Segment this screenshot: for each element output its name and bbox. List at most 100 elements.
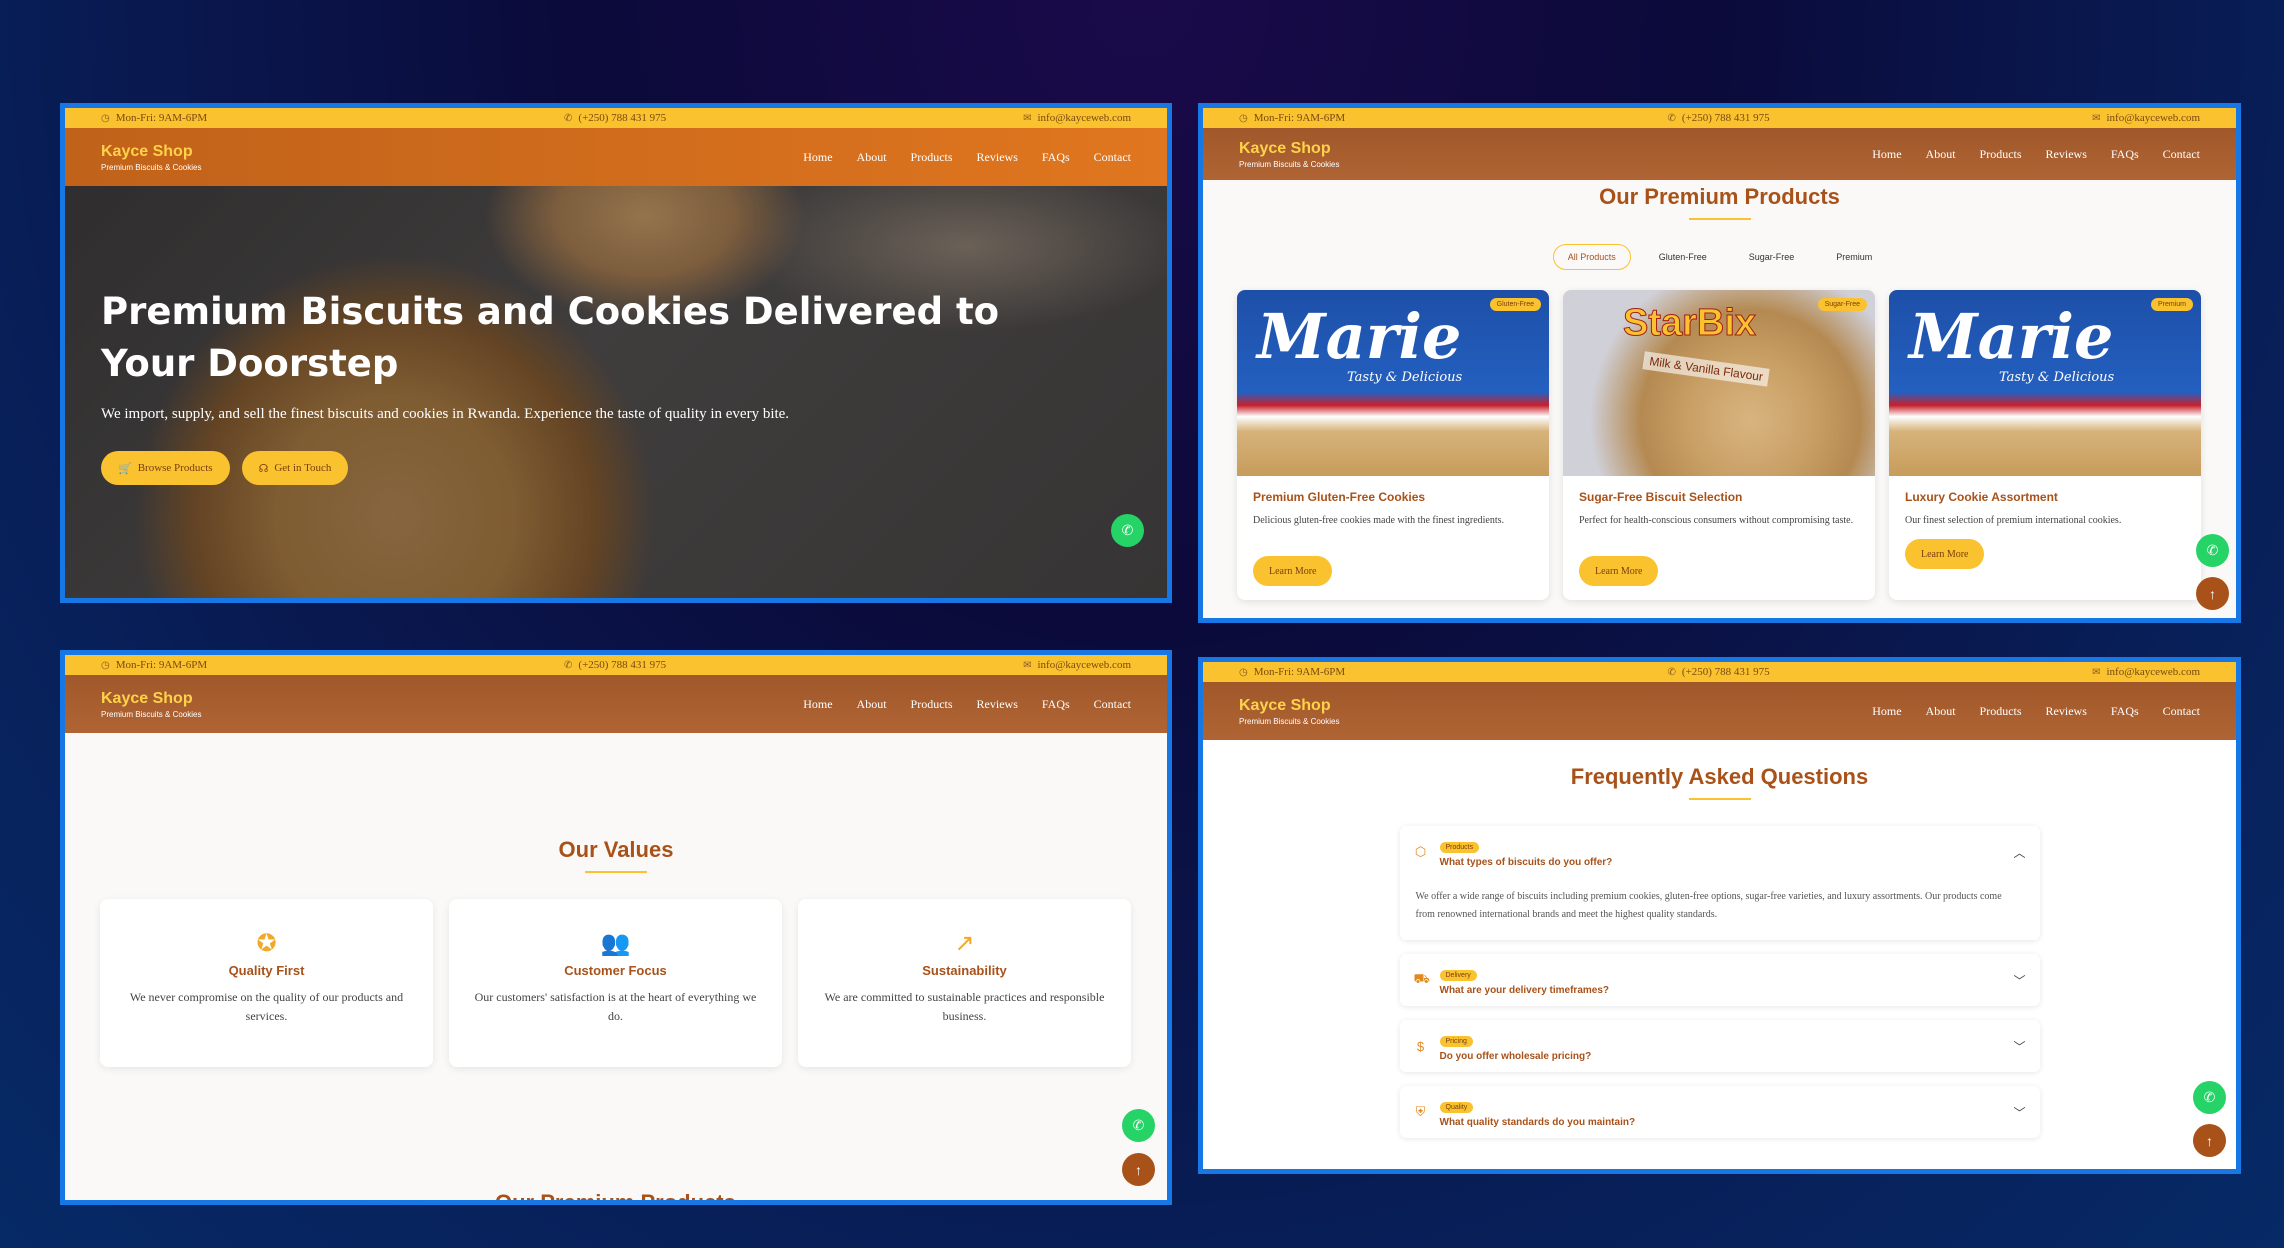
faq-question-toggle[interactable]: ⛨ Quality What quality standards do you …: [1400, 1086, 2040, 1138]
learn-more-button[interactable]: Learn More: [1579, 556, 1659, 586]
product-badge: Premium: [2150, 298, 2193, 311]
nav-faqs[interactable]: FAQs: [2111, 147, 2139, 162]
nav-reviews[interactable]: Reviews: [2046, 147, 2087, 162]
whatsapp-icon: ✆: [2206, 542, 2219, 558]
hero-title: Premium Biscuits and Cookies Delivered t…: [101, 290, 1000, 385]
hours-info: ◷ Mon-Fri: 9AM-6PM: [101, 112, 208, 124]
whatsapp-button[interactable]: ✆: [1111, 514, 1144, 547]
learn-more-button[interactable]: Learn More: [1905, 539, 1985, 569]
nav-faqs[interactable]: FAQs: [1042, 150, 1070, 165]
whatsapp-button[interactable]: ✆: [2196, 534, 2229, 567]
nav-home[interactable]: Home: [1872, 704, 1901, 719]
faq-question-toggle[interactable]: $ Pricing Do you offer wholesale pricing…: [1400, 1020, 2040, 1072]
scroll-to-top-button[interactable]: ↑: [2193, 1124, 2226, 1157]
phone-icon: ✆: [564, 659, 573, 671]
faq-question-toggle[interactable]: ⛟ Delivery What are your delivery timefr…: [1400, 954, 2040, 1006]
product-badge: Gluten-Free: [1489, 298, 1541, 311]
main-navbar: Kayce Shop Premium Biscuits & Cookies Ho…: [65, 128, 1167, 186]
nav-home[interactable]: Home: [803, 150, 832, 165]
mail-icon: ✉: [1023, 659, 1032, 671]
filter-all-products[interactable]: All Products: [1552, 244, 1631, 270]
brand-logo[interactable]: Kayce Shop Premium Biscuits & Cookies: [1239, 140, 1339, 169]
nav-home[interactable]: Home: [803, 697, 832, 712]
shield-icon: ⛨: [1415, 1104, 1426, 1119]
filter-sugar-free[interactable]: Sugar-Free: [1735, 244, 1809, 270]
top-info-bar: ◷ Mon-Fri: 9AM-6PM ✆ (+250) 788 431 975 ✉ i…: [1203, 662, 2236, 682]
scroll-to-top-button[interactable]: ↑: [1122, 1153, 1155, 1186]
products-screenshot-panel: ◷ Mon-Fri: 9AM-6PM ✆ (+250) 788 431 975 ✉ i…: [1198, 103, 2241, 623]
phone-info[interactable]: ✆ (+250) 788 431 975: [564, 659, 666, 671]
browse-products-button[interactable]: 🛒 Browse Products: [101, 451, 230, 485]
nav-about[interactable]: About: [857, 697, 887, 712]
nav-about[interactable]: About: [857, 150, 887, 165]
faq-item: $ Pricing Do you offer wholesale pricing…: [1399, 1020, 2040, 1072]
faq-screenshot-panel: ◷ Mon-Fri: 9AM-6PM ✆ (+250) 788 431 975 ✉ i…: [1198, 657, 2241, 1174]
phone-info[interactable]: ✆ (+250) 788 431 975: [1668, 112, 1770, 124]
email-info[interactable]: ✉ info@kayceweb.com: [2092, 666, 2200, 678]
nav-products[interactable]: Products: [911, 150, 953, 165]
faq-category-tag: Quality: [1439, 1102, 1474, 1113]
nav-links: Home About Products Reviews FAQs Contact: [1872, 147, 2200, 162]
nav-faqs[interactable]: FAQs: [2111, 704, 2139, 719]
brand-logo[interactable]: Kayce Shop Premium Biscuits & Cookies: [101, 690, 201, 719]
brand-name: Kayce Shop: [101, 142, 193, 160]
nav-reviews[interactable]: Reviews: [977, 697, 1018, 712]
nav-products[interactable]: Products: [911, 697, 953, 712]
nav-products[interactable]: Products: [1980, 704, 2022, 719]
main-navbar: Kayce Shop Premium Biscuits & Cookies Ho…: [1203, 128, 2236, 180]
product-card: Marie Tasty & Delicious Premium Luxury C…: [1889, 290, 2201, 600]
brand-logo[interactable]: Kayce Shop Premium Biscuits & Cookies: [101, 143, 201, 172]
dollar-icon: $: [1416, 1038, 1425, 1054]
phone-icon: ✆: [1667, 112, 1676, 124]
faq-question: What quality standards do you maintain?: [1439, 1117, 1636, 1128]
email-info[interactable]: ✉ info@kayceweb.com: [1023, 659, 1131, 671]
value-card: 👥 Customer Focus Our customers' satisfac…: [449, 899, 782, 1067]
nav-products[interactable]: Products: [1980, 147, 2022, 162]
value-description: We never compromise on the quality of ou…: [129, 990, 404, 1023]
product-description: Delicious gluten-free cookies made with …: [1253, 515, 1505, 526]
brand-tagline: Premium Biscuits & Cookies: [101, 162, 202, 172]
clock-icon: ◷: [101, 659, 110, 671]
faq-section: Frequently Asked Questions ⬡ Products Wh…: [1203, 740, 2236, 1138]
chevron-down-icon: ﹀: [2013, 1039, 2026, 1054]
product-badge: Sugar-Free: [1817, 298, 1867, 311]
brand-tagline: Premium Biscuits & Cookies: [1239, 716, 1340, 726]
email-info[interactable]: ✉ info@kayceweb.com: [2092, 112, 2200, 124]
brand-name: Kayce Shop: [1239, 139, 1331, 157]
values-section: Our Values ✪ Quality First We never comp…: [65, 733, 1167, 1200]
whatsapp-button[interactable]: ✆: [1122, 1109, 1155, 1142]
learn-more-button[interactable]: Learn More: [1253, 556, 1333, 586]
faq-category-tag: Products: [1439, 842, 1480, 853]
nav-links: Home About Products Reviews FAQs Contact: [803, 697, 1131, 712]
chevron-up-icon: ︿: [2013, 845, 2026, 860]
nav-faqs[interactable]: FAQs: [1042, 697, 1070, 712]
clock-icon: ◷: [1239, 666, 1248, 678]
phone-info[interactable]: ✆ (+250) 788 431 975: [564, 112, 666, 124]
email-info[interactable]: ✉ info@kayceweb.com: [1023, 112, 1131, 124]
mail-icon: ✉: [2092, 666, 2101, 678]
nav-about[interactable]: About: [1926, 704, 1956, 719]
phone-icon: ✆: [564, 112, 573, 124]
nav-about[interactable]: About: [1926, 147, 1956, 162]
phone-info[interactable]: ✆ (+250) 788 431 975: [1668, 666, 1770, 678]
product-image: Marie Tasty & Delicious Gluten-Free: [1237, 290, 1549, 476]
brand-logo[interactable]: Kayce Shop Premium Biscuits & Cookies: [1239, 697, 1339, 726]
filter-premium[interactable]: Premium: [1822, 244, 1886, 270]
scroll-to-top-button[interactable]: ↑: [2196, 577, 2229, 610]
faq-question-toggle[interactable]: ⬡ Products What types of biscuits do you…: [1400, 826, 2040, 878]
product-title: Sugar-Free Biscuit Selection: [1579, 490, 1743, 504]
filter-gluten-free[interactable]: Gluten-Free: [1645, 244, 1721, 270]
nav-home[interactable]: Home: [1872, 147, 1901, 162]
whatsapp-button[interactable]: ✆: [2193, 1081, 2226, 1114]
nav-reviews[interactable]: Reviews: [2046, 704, 2087, 719]
nav-reviews[interactable]: Reviews: [977, 150, 1018, 165]
nav-contact[interactable]: Contact: [1094, 697, 1131, 712]
nav-contact[interactable]: Contact: [2163, 704, 2200, 719]
nav-contact[interactable]: Contact: [2163, 147, 2200, 162]
section-title: Our Values: [558, 837, 674, 862]
get-in-touch-button[interactable]: ☊ Get in Touch: [241, 451, 349, 485]
box-icon: ⬡: [1414, 844, 1427, 859]
brand-name: Kayce Shop: [1239, 696, 1331, 714]
product-image: Marie Tasty & Delicious Premium: [1889, 290, 2201, 476]
nav-contact[interactable]: Contact: [1094, 150, 1131, 165]
